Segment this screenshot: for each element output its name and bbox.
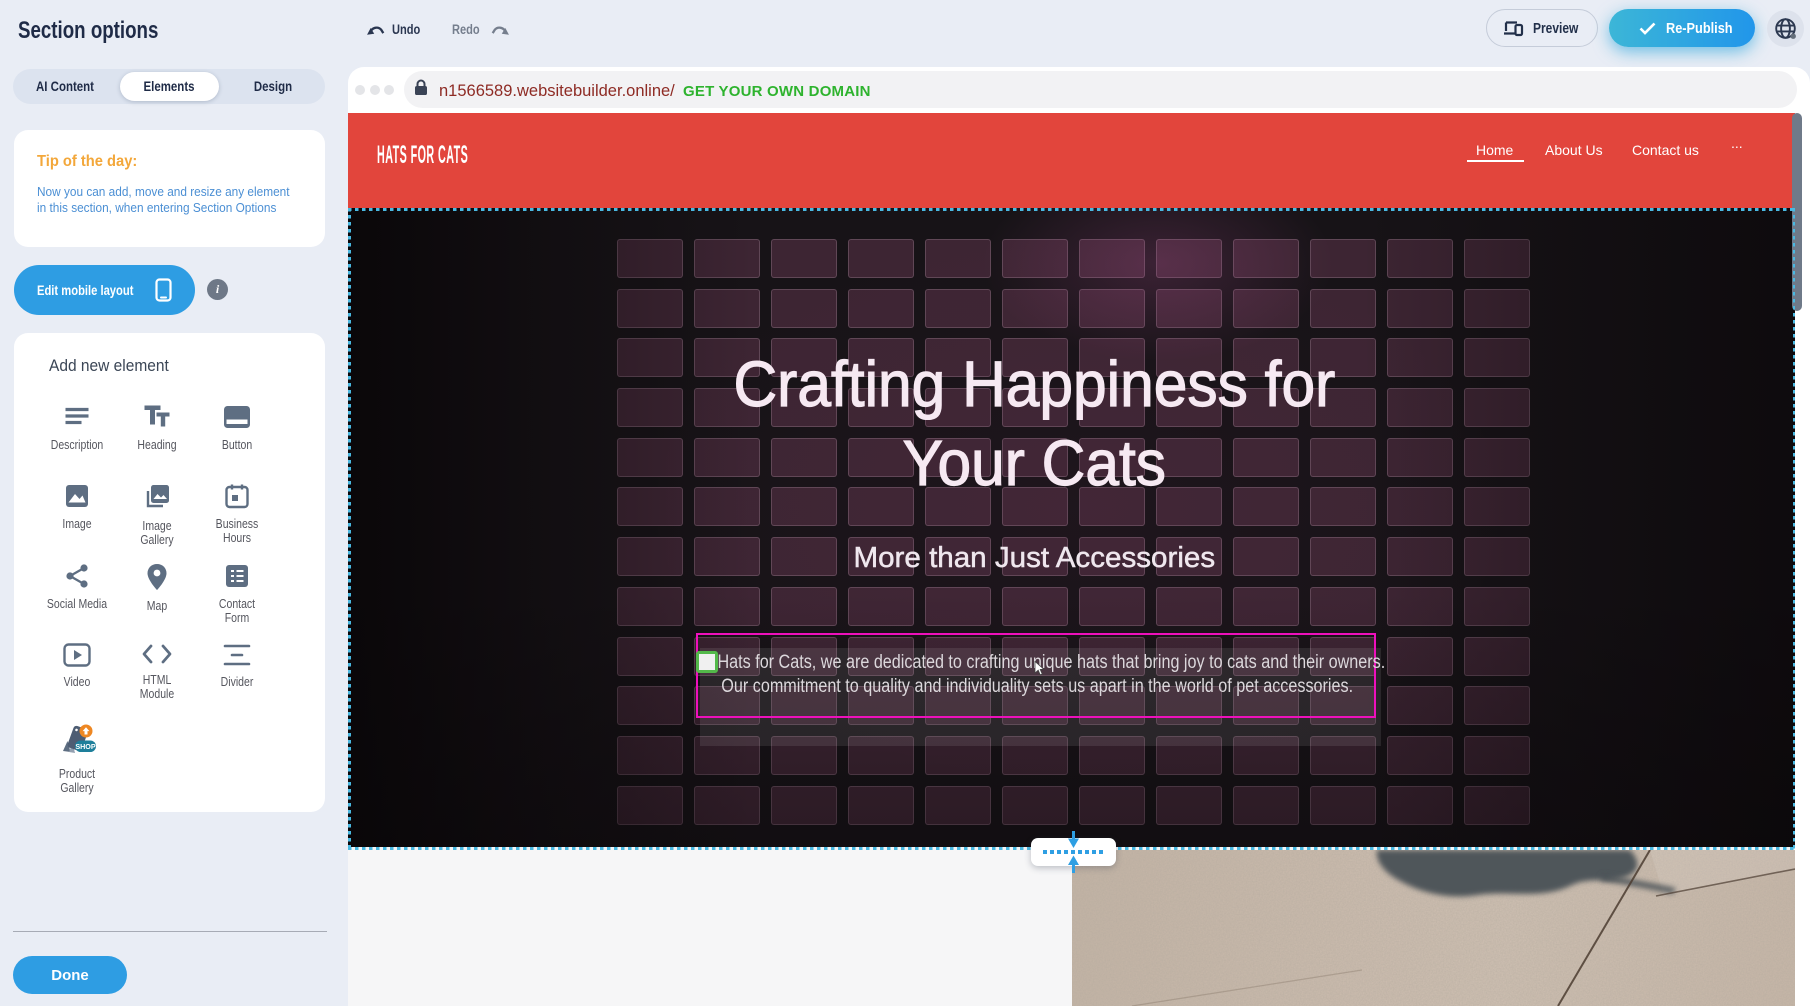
svg-text:SHOP: SHOP <box>75 742 96 751</box>
